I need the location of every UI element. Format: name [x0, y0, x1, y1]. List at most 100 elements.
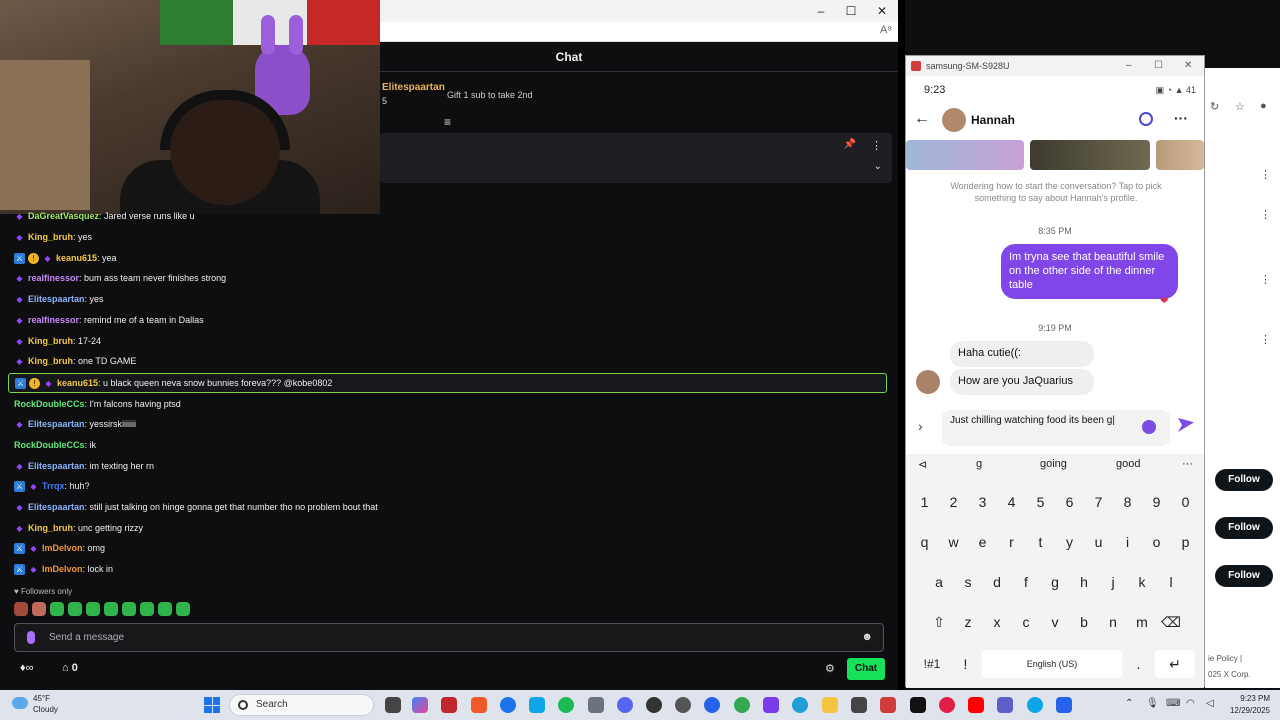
contact-name[interactable]: Hannah [971, 113, 1015, 127]
more-icon[interactable]: ⋮ [871, 139, 882, 152]
address-bar[interactable]: A⁸ [380, 22, 898, 42]
refresh-icon[interactable]: ↻ [1210, 100, 1219, 113]
chat-username[interactable]: ImDelvon [42, 543, 83, 553]
profile-photo-strip[interactable] [906, 140, 1204, 170]
youtube-icon[interactable] [968, 697, 984, 713]
copilot-icon[interactable] [412, 697, 428, 713]
emote-icon[interactable] [158, 602, 172, 616]
wifi-icon[interactable]: ◠ [1186, 698, 1195, 709]
suggestion[interactable]: going [1040, 458, 1067, 470]
profile-photo[interactable] [1030, 140, 1150, 170]
chat-username[interactable]: King_bruh [28, 232, 73, 242]
key-2[interactable]: 2 [941, 488, 966, 516]
key-4[interactable]: 4 [999, 488, 1024, 516]
teams-icon[interactable] [997, 697, 1013, 713]
key-p[interactable]: p [1173, 528, 1198, 556]
key-8[interactable]: 8 [1115, 488, 1140, 516]
sword-badge-icon[interactable]: ⚔ [15, 378, 26, 390]
prime-badge-icon[interactable]: ◆ [28, 481, 39, 492]
chat-message[interactable]: ⚔ ◆ ImDelvon: lock in [8, 560, 113, 580]
sword-badge-icon[interactable]: ⚔ [14, 253, 25, 265]
chat-username[interactable]: realfinessor [28, 273, 79, 283]
chat-message[interactable]: ◆ Elitespaartan: yes [8, 290, 103, 310]
weather-desc[interactable]: Cloudy [33, 705, 58, 714]
key-a[interactable]: a [927, 568, 952, 596]
gear-icon[interactable]: ⚙ [825, 662, 835, 675]
profile-photo[interactable] [1156, 140, 1204, 170]
chevron-down-icon[interactable]: ⌄ [874, 161, 882, 172]
mic-icon[interactable]: 🎙 [1146, 698, 1159, 709]
prime-badge-icon[interactable]: ◆ [14, 461, 25, 472]
policy-link[interactable]: ie Policy | [1208, 654, 1242, 663]
key-n[interactable]: n [1101, 608, 1126, 636]
mic-icon[interactable] [27, 631, 35, 644]
emote-icon[interactable] [104, 602, 118, 616]
chat-message[interactable]: ⚔ ◆ ImDelvon: omg [8, 539, 105, 559]
app-icon[interactable] [880, 697, 896, 713]
app-icon[interactable] [441, 697, 457, 713]
emote-icon[interactable] [14, 602, 28, 616]
suggestion[interactable]: g [976, 458, 982, 470]
close-button[interactable]: ✕ [867, 2, 897, 20]
chat-message[interactable]: ◆ King_bruh: yes [8, 228, 92, 248]
sword-badge-icon[interactable]: ⚔ [14, 564, 25, 576]
key-f[interactable]: f [1014, 568, 1039, 596]
more-icon[interactable]: ⋮ [1260, 273, 1271, 286]
profile-photo[interactable] [906, 140, 1024, 170]
emote-icon[interactable] [122, 602, 136, 616]
bits-indicator[interactable]: ♦∞ [20, 662, 33, 674]
key-v[interactable]: v [1043, 608, 1068, 636]
gift-leaderboard[interactable]: Elitespaartan 5 Gift 1 sub to take 2nd [380, 78, 898, 118]
chat-message[interactable]: ◆ Elitespaartan: still just talking on hi… [8, 498, 377, 518]
app-icon[interactable] [939, 697, 955, 713]
key-s[interactable]: s [956, 568, 981, 596]
sword-badge-icon[interactable]: ⚔ [14, 481, 25, 493]
key-t[interactable]: t [1028, 528, 1053, 556]
prime-badge-icon[interactable]: ◆ [14, 502, 25, 513]
emote-icon[interactable] [86, 602, 100, 616]
more-icon[interactable]: ⋮ [1260, 333, 1271, 346]
avatar[interactable] [942, 108, 966, 132]
follow-button[interactable]: Follow [1215, 517, 1273, 539]
chrome-icon[interactable] [734, 697, 750, 713]
star-icon[interactable]: ☆ [1235, 100, 1245, 113]
chat-message[interactable]: ◆ realfinessor: remind me of a team in Da… [8, 311, 203, 331]
emote-icon[interactable] [140, 602, 154, 616]
received-message[interactable]: How are you JaQuarius [950, 369, 1094, 395]
avatar[interactable] [916, 370, 940, 394]
chat-message[interactable]: ◆ Elitespaartan: im texting her rn [8, 457, 154, 477]
chat-input[interactable]: Send a message ☻ [14, 623, 884, 652]
taskview-icon[interactable] [385, 697, 401, 713]
close-button[interactable]: ✕ [1184, 56, 1192, 76]
follow-button[interactable]: Follow [1215, 469, 1273, 491]
chat-username[interactable]: ImDelvon [42, 564, 83, 574]
pinned-message-panel[interactable]: 📌 ⋮ ⌄ [380, 133, 892, 183]
discord-icon[interactable] [617, 697, 633, 713]
cloud-icon[interactable] [12, 697, 28, 709]
prime-badge-icon[interactable]: ◆ [14, 523, 25, 534]
app-icon[interactable] [910, 697, 926, 713]
weather-temp[interactable]: 45°F [33, 694, 50, 703]
key-c[interactable]: c [1014, 608, 1039, 636]
channel-points[interactable]: ⌂ 0 [62, 662, 78, 674]
chat-username[interactable]: King_bruh [28, 523, 73, 533]
keyboard-icon[interactable]: ⌨ [1166, 698, 1180, 709]
browser-icon[interactable] [500, 697, 516, 713]
app-icon[interactable] [646, 697, 662, 713]
emote-bar[interactable] [14, 602, 194, 618]
reader-mode-icon[interactable]: A⁸ [880, 24, 892, 36]
follow-button[interactable]: Follow [1215, 565, 1273, 587]
chat-username[interactable]: King_bruh [28, 336, 73, 346]
chat-message[interactable]: ⚔! ◆ keanu615: u black queen neva snow bun… [8, 373, 887, 393]
emote-icon[interactable] [176, 602, 190, 616]
exclamation-key[interactable]: ! [953, 650, 978, 678]
received-message[interactable]: Haha cutie((: [950, 341, 1094, 367]
key-b[interactable]: b [1072, 608, 1097, 636]
prime-badge-icon[interactable]: ◆ [28, 543, 39, 554]
key-y[interactable]: y [1057, 528, 1082, 556]
minimize-button[interactable]: – [1126, 56, 1132, 76]
maximize-button[interactable]: ☐ [1154, 56, 1163, 76]
key-7[interactable]: 7 [1086, 488, 1111, 516]
key-u[interactable]: u [1086, 528, 1111, 556]
app-icon[interactable] [704, 697, 720, 713]
